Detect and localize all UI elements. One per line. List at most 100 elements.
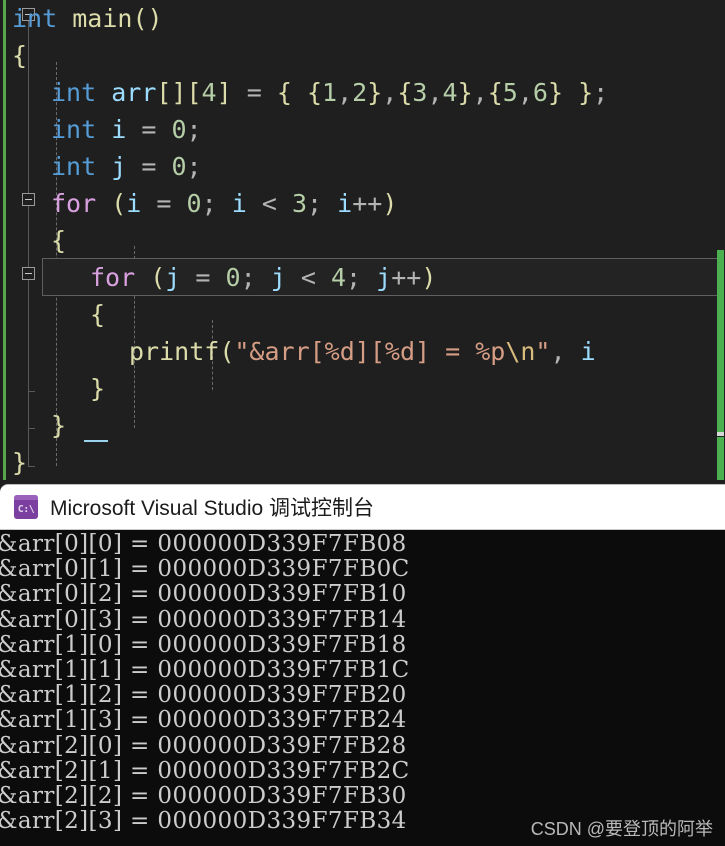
code-line[interactable]: { (12, 37, 27, 74)
code-line[interactable]: { (90, 296, 105, 333)
code-token: int (51, 78, 97, 107)
scrollbar-annotation-bar[interactable] (717, 250, 724, 432)
outlining-end-tick (28, 466, 35, 467)
code-token: \n (505, 337, 536, 366)
code-token: ++ (352, 189, 383, 218)
code-token: { (90, 300, 106, 329)
console-icon-label: C:\ (17, 503, 35, 515)
code-line[interactable]: printf("&arr[%d][%d] = %p\n", i (129, 333, 596, 370)
code-token: i (580, 337, 596, 366)
code-token: ] (216, 78, 232, 107)
code-token: 4 (201, 78, 217, 107)
code-token: 0 (225, 263, 241, 292)
csdn-watermark: CSDN @要登顶的阿举 (530, 819, 713, 839)
code-token: [] (156, 78, 187, 107)
code-line[interactable]: int i = 0; (51, 111, 202, 148)
code-token: ; (201, 189, 217, 218)
console-titlebar[interactable]: C:\ Microsoft Visual Studio 调试控制台 (0, 484, 725, 530)
code-line[interactable]: } (90, 370, 105, 407)
code-token: = (141, 115, 157, 144)
code-line[interactable]: } (51, 407, 66, 444)
code-token: j (111, 152, 127, 181)
code-token: int (51, 115, 97, 144)
code-token: ; (240, 263, 256, 292)
screenshot-root: int main(){int arr[][4] = { {1,2},{3,4},… (0, 0, 725, 846)
code-editor-pane[interactable]: int main(){int arr[][4] = { {1,2},{3,4},… (0, 0, 725, 484)
collapse-toggle-inner-for[interactable] (22, 267, 35, 280)
code-line[interactable]: int main() (12, 0, 163, 37)
code-token: , (382, 78, 398, 107)
code-token: "&arr[%d][%d] = %p (234, 337, 506, 366)
debug-console-window[interactable]: C:\ Microsoft Visual Studio 调试控制台 &arr[0… (0, 484, 725, 846)
code-token: i (337, 189, 353, 218)
code-token: ; (593, 78, 609, 107)
code-token: ( (219, 337, 235, 366)
change-indicator-strip (3, 0, 6, 480)
code-token: , (337, 78, 353, 107)
code-token: i (231, 189, 247, 218)
code-token: i (111, 115, 127, 144)
code-token: 0 (186, 189, 202, 218)
code-token: 4 (442, 78, 458, 107)
console-output-line: &arr[2][2] = 000000D339F7FB30 (0, 783, 407, 809)
code-token: ; (307, 189, 323, 218)
console-output-line: &arr[0][3] = 000000D339F7FB14 (0, 606, 407, 633)
code-token: < (261, 189, 277, 218)
code-token: } (367, 78, 383, 107)
console-cmd-icon: C:\ (14, 495, 38, 519)
code-token: , (472, 78, 488, 107)
code-line[interactable]: } (12, 444, 27, 481)
console-icon-titlestrip (14, 495, 38, 500)
code-token: = (246, 78, 262, 107)
outlining-spine (28, 16, 29, 466)
code-token: { (51, 226, 67, 255)
matching-brace-underline (84, 440, 108, 442)
code-token: ) (421, 263, 437, 292)
code-token: printf (129, 337, 220, 366)
collapse-toggle-outer-for[interactable] (22, 193, 35, 206)
code-token: for (51, 189, 97, 218)
code-line[interactable]: for (j = 0; j < 4; j++) (90, 259, 436, 296)
code-token: } (457, 78, 473, 107)
console-output-line: &arr[0][2] = 000000D339F7FB10 (0, 581, 407, 608)
code-token: j (165, 263, 181, 292)
code-token: int (12, 4, 58, 33)
code-line[interactable]: int arr[][4] = { {1,2},{3,4},{5,6} }; (51, 74, 608, 111)
code-token: ; (186, 115, 202, 144)
scrollbar-annotation-bar-lower[interactable] (717, 437, 724, 480)
code-token: 3 (291, 189, 308, 218)
code-line[interactable]: for (i = 0; i < 3; i++) (51, 185, 397, 222)
code-token: , (517, 78, 533, 107)
console-output-line: &arr[1][2] = 000000D339F7FB20 (0, 682, 407, 709)
code-token: arr (111, 78, 157, 107)
code-token: < (300, 263, 316, 292)
console-output-line: &arr[2][3] = 000000D339F7FB34 (0, 808, 407, 835)
console-title-text: Microsoft Visual Studio 调试控制台 (50, 497, 375, 520)
outlining-end-tick (28, 391, 35, 392)
code-token: { (306, 78, 323, 107)
code-token: 3 (412, 78, 428, 107)
code-line[interactable]: int j = 0; (51, 148, 202, 185)
code-line[interactable]: { (51, 222, 66, 259)
code-token: , (550, 337, 566, 366)
code-token: 1 (322, 78, 338, 107)
scrollbar-marker (717, 432, 724, 436)
console-output-line: &arr[1][0] = 000000D339F7FB18 (0, 631, 407, 658)
code-token: ( (111, 189, 127, 218)
console-output-line: &arr[1][1] = 000000D339F7FB1C (0, 657, 410, 683)
console-output-line: &arr[1][3] = 000000D339F7FB24 (0, 707, 407, 734)
console-output-area[interactable]: &arr[0][0] = 000000D339F7FB08 &arr[0][1] … (0, 530, 725, 846)
